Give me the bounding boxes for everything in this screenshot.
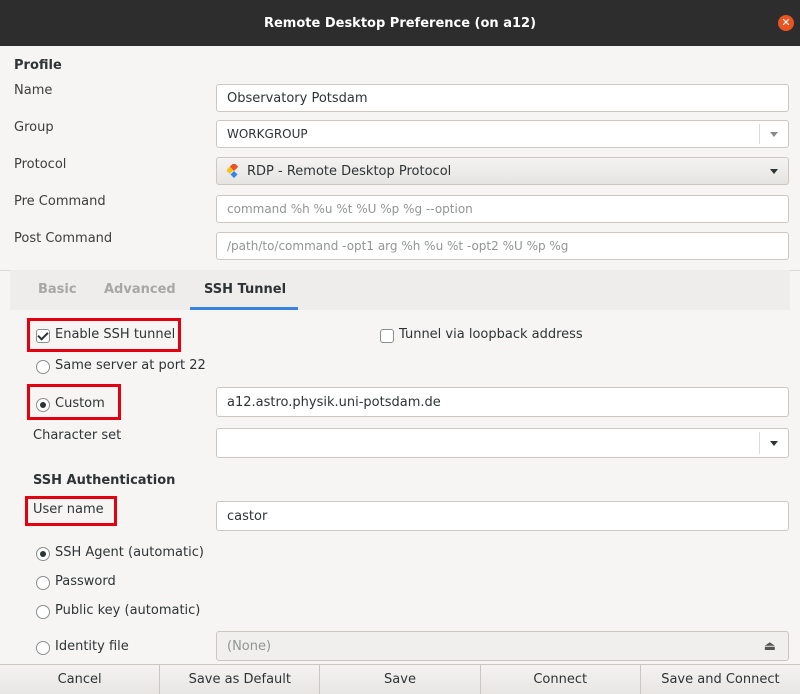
postcommand-field[interactable]: /path/to/command -opt1 arg %h %u %t -opt… (216, 232, 789, 260)
protocol-value: RDP - Remote Desktop Protocol (247, 163, 452, 179)
auth-public-key-radio[interactable] (36, 605, 50, 619)
highlight-username (25, 496, 117, 526)
auth-password-label[interactable]: Password (55, 574, 116, 589)
auth-password-radio[interactable] (36, 576, 50, 590)
window-titlebar: Remote Desktop Preference (on a12) ✕ (0, 0, 800, 46)
charset-dropdown-icon[interactable] (770, 441, 778, 446)
tab-strip: Basic Advanced SSH Tunnel (10, 270, 790, 310)
protocol-select[interactable]: RDP - Remote Desktop Protocol (216, 157, 789, 185)
precommand-field[interactable]: command %h %u %t %U %p %g --option (216, 195, 789, 223)
tab-basic[interactable]: Basic (38, 282, 77, 297)
save-and-connect-button[interactable]: Save and Connect (640, 665, 800, 694)
group-value: WORKGROUP (227, 127, 308, 141)
rdp-protocol-icon (226, 162, 241, 179)
charset-combo-entry[interactable] (216, 428, 789, 458)
loopback-checkbox[interactable] (380, 329, 394, 343)
auth-public-key-label[interactable]: Public key (automatic) (55, 603, 200, 618)
same-server-label[interactable]: Same server at port 22 (55, 358, 206, 373)
ssh-auth-title: SSH Authentication (33, 473, 176, 488)
loopback-label[interactable]: Tunnel via loopback address (399, 327, 583, 342)
protocol-dropdown-icon (770, 169, 778, 174)
close-icon[interactable]: ✕ (778, 15, 794, 31)
cancel-button[interactable]: Cancel (0, 665, 161, 694)
save-button[interactable]: Save (320, 665, 481, 694)
group-dropdown-icon[interactable] (770, 132, 778, 137)
name-label: Name (14, 83, 53, 98)
custom-server-field[interactable]: a12.astro.physik.uni-potsdam.de (216, 387, 789, 417)
group-combo-entry[interactable]: WORKGROUP (216, 120, 789, 148)
tab-advanced[interactable]: Advanced (104, 282, 176, 297)
auth-identity-file-radio[interactable] (36, 641, 50, 655)
identity-file-chooser[interactable]: (None) ⏏ (216, 631, 789, 661)
auth-ssh-agent-radio[interactable] (36, 547, 50, 561)
document-open-icon: ⏏ (763, 639, 776, 654)
username-field[interactable]: castor (216, 501, 789, 531)
window-title: Remote Desktop Preference (on a12) (263, 15, 537, 31)
save-as-default-button[interactable]: Save as Default (160, 665, 321, 694)
active-tab-indicator (190, 307, 298, 310)
auth-identity-file-label[interactable]: Identity file (55, 639, 129, 654)
group-label: Group (14, 120, 54, 135)
identity-file-value: (None) (227, 638, 272, 654)
dialog-button-bar: Cancel Save as Default Save Connect Save… (0, 664, 800, 694)
name-field[interactable]: Observatory Potsdam (216, 84, 789, 112)
group-separator (759, 124, 760, 144)
profile-section-title: Profile (14, 58, 62, 73)
highlight-custom (27, 384, 121, 420)
charset-label: Character set (33, 428, 122, 443)
tab-ssh-tunnel[interactable]: SSH Tunnel (204, 282, 286, 297)
auth-ssh-agent-label[interactable]: SSH Agent (automatic) (55, 545, 204, 560)
same-server-radio[interactable] (36, 360, 50, 374)
highlight-enable-ssh (27, 318, 181, 352)
connect-button[interactable]: Connect (480, 665, 641, 694)
charset-separator (759, 432, 760, 454)
precommand-label: Pre Command (14, 194, 106, 209)
postcommand-label: Post Command (14, 231, 113, 246)
protocol-label: Protocol (14, 157, 67, 172)
